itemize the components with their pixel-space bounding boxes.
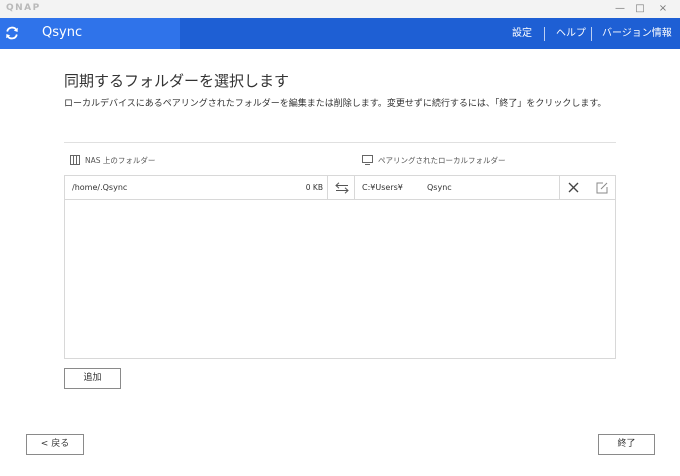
delete-pair-button[interactable] <box>559 176 587 200</box>
version-info-link[interactable]: バージョン情報 <box>602 27 672 40</box>
sync-icon <box>6 26 18 40</box>
finish-button[interactable]: 終了 <box>598 434 655 455</box>
minimize-button[interactable]: — <box>612 2 628 15</box>
qnap-logo: QNAP <box>6 3 41 13</box>
folder-pair-table: /home/.Qsync 0 KB C:¥Users¥ Qsync <box>64 175 616 359</box>
edit-pair-button[interactable] <box>589 176 615 200</box>
local-folder-column-header: ペアリングされたローカルフォルダー <box>362 155 506 166</box>
folder-pair-row[interactable]: /home/.Qsync 0 KB C:¥Users¥ Qsync <box>65 176 615 200</box>
local-folder-name: Qsync <box>427 183 452 192</box>
sync-direction-icon <box>327 176 355 200</box>
nav-divider <box>544 27 545 41</box>
nav-divider <box>591 27 592 41</box>
edit-icon <box>596 182 608 194</box>
back-button[interactable]: < 戻る <box>26 434 84 455</box>
help-link[interactable]: ヘルプ <box>556 27 586 40</box>
page-description: ローカルデバイスにあるペアリングされたフォルダーを編集または削除します。変更せず… <box>64 99 607 109</box>
window-titlebar: QNAP — □ × <box>0 0 680 18</box>
add-pair-button[interactable]: 追加 <box>64 368 121 389</box>
close-icon <box>568 182 579 193</box>
app-name: Qsync <box>42 25 83 40</box>
settings-link[interactable]: 設定 <box>512 27 532 40</box>
local-folder-path: C:¥Users¥ <box>362 183 403 192</box>
nas-icon <box>70 155 80 165</box>
nas-folder-column-header: NAS 上のフォルダー <box>70 155 155 166</box>
nas-folder-path: /home/.Qsync <box>72 183 128 192</box>
maximize-button[interactable]: □ <box>632 2 648 15</box>
app-header: Qsync 設定 ヘルプ バージョン情報 <box>0 18 680 49</box>
nas-folder-column-label: NAS 上のフォルダー <box>85 156 156 165</box>
folder-size: 0 KB <box>305 183 323 192</box>
page-title: 同期するフォルダーを選択します <box>64 72 290 90</box>
local-folder-column-label: ペアリングされたローカルフォルダー <box>378 156 506 165</box>
section-divider <box>64 142 616 143</box>
close-button[interactable]: × <box>655 2 671 15</box>
app-header-accent <box>0 18 180 49</box>
monitor-icon <box>362 155 373 165</box>
